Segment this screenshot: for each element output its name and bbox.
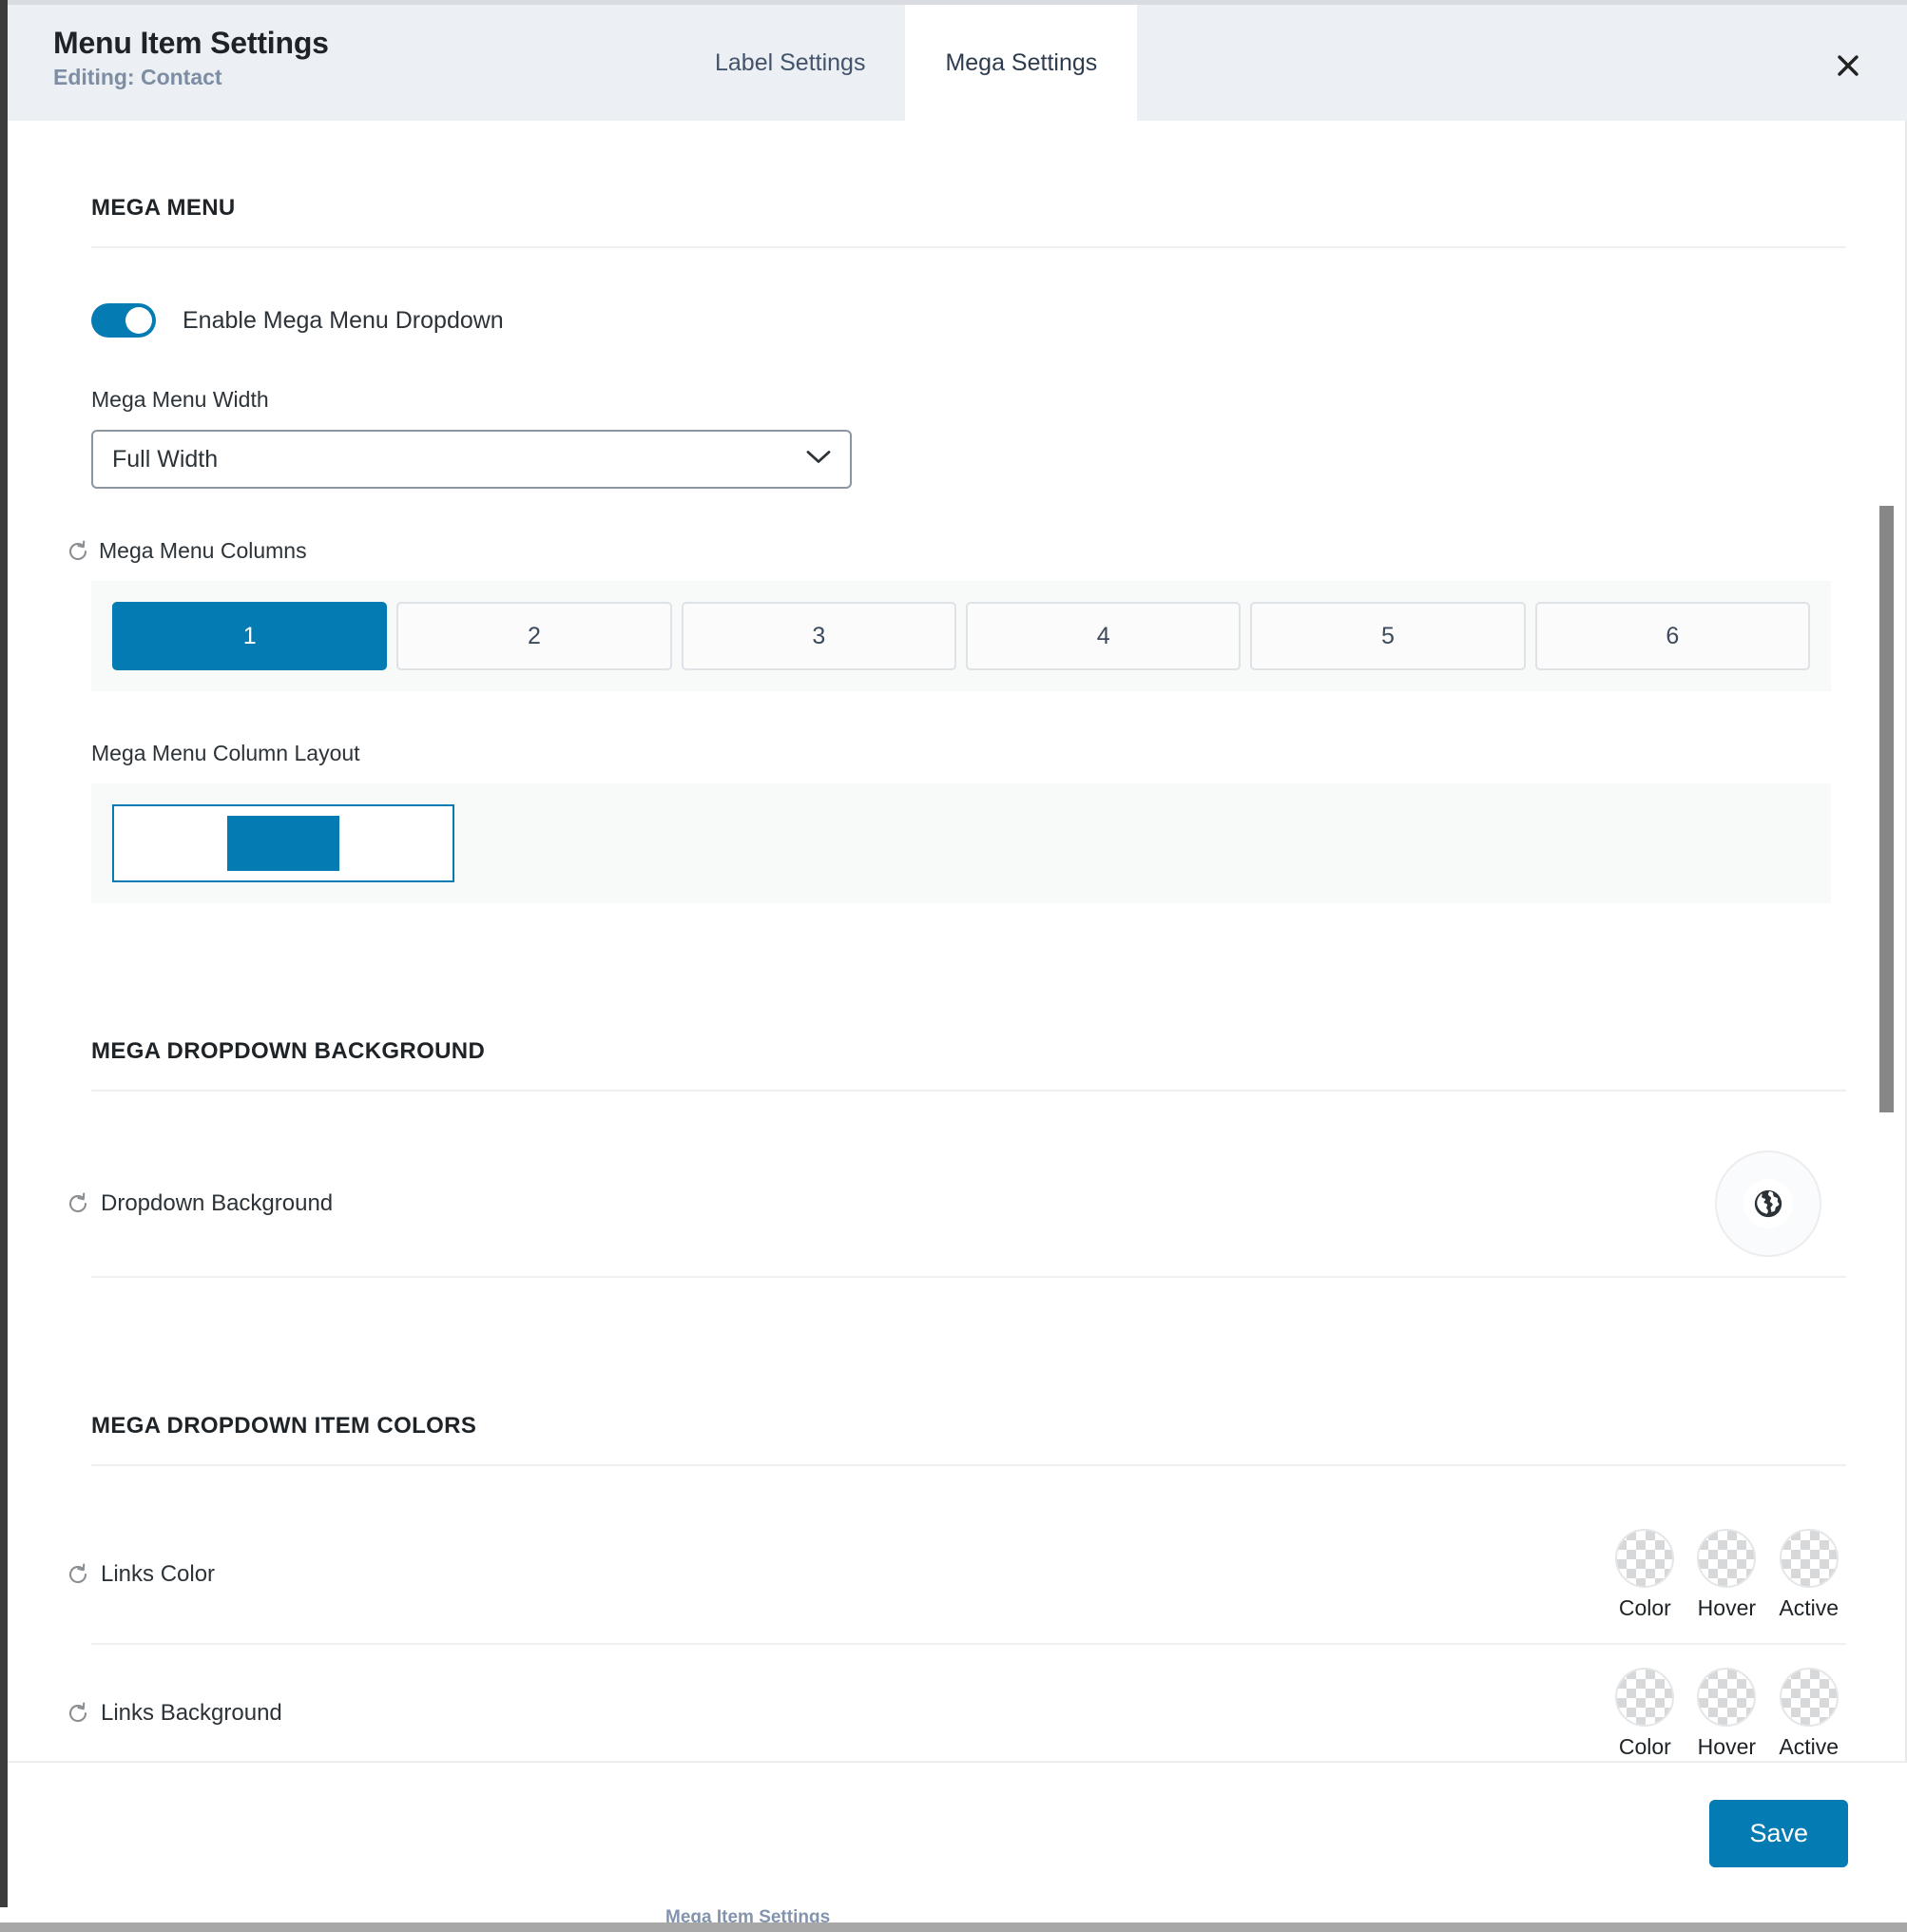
settings-content: MEGA MENU Enable Mega Menu Dropdown Mega… bbox=[8, 121, 1907, 1761]
color-swatch bbox=[1697, 1528, 1757, 1588]
dropdown-background-label-group: Dropdown Background bbox=[67, 1190, 333, 1217]
color-swatch bbox=[1615, 1667, 1675, 1727]
enable-mega-menu-label: Enable Mega Menu Dropdown bbox=[183, 306, 504, 334]
swatch-caption: Color bbox=[1618, 1594, 1671, 1620]
window-bottom-edge bbox=[0, 1922, 1907, 1932]
links-background-row: Links Background Color Hover Active bbox=[68, 1645, 1846, 1761]
mega-menu-columns-segmented-control: 123456 bbox=[91, 581, 1831, 691]
color-swatch bbox=[1615, 1528, 1675, 1588]
scrollbar-thumb[interactable] bbox=[1879, 506, 1894, 1112]
mega-menu-columns-label: Mega Menu Columns bbox=[99, 538, 307, 563]
dropdown-background-row: Dropdown Background bbox=[68, 1131, 1846, 1278]
links-color-swatches: Color Hover Active bbox=[1615, 1528, 1839, 1621]
header-title-block: Menu Item Settings Editing: Contact bbox=[8, 5, 673, 121]
modal-footer: Save bbox=[8, 1761, 1907, 1903]
mega-menu-column-layout-label: Mega Menu Column Layout bbox=[91, 741, 360, 765]
mega-menu-columns-option-3[interactable]: 3 bbox=[681, 602, 956, 670]
swatch-caption: Active bbox=[1779, 1733, 1839, 1759]
links-color-label-group: Links Color bbox=[67, 1561, 215, 1588]
section-heading-mega-menu: MEGA MENU bbox=[91, 121, 1846, 248]
swatch-caption: Hover bbox=[1697, 1733, 1757, 1759]
mega-menu-columns-option-5[interactable]: 5 bbox=[1250, 602, 1526, 670]
swatch-caption: Hover bbox=[1697, 1594, 1757, 1620]
mega-menu-columns-option-4[interactable]: 4 bbox=[965, 602, 1242, 670]
links-background-label: Links Background bbox=[101, 1700, 282, 1726]
background-ghost-text: Mega Item Settings bbox=[665, 1907, 831, 1922]
swatch-caption: Active bbox=[1779, 1594, 1839, 1620]
page-title: Menu Item Settings bbox=[53, 26, 329, 60]
color-swatch bbox=[1779, 1667, 1839, 1727]
mega-menu-column-layout-picker bbox=[91, 783, 1831, 903]
dropdown-background-label: Dropdown Background bbox=[101, 1190, 334, 1216]
modal-body-scroll-area[interactable]: MEGA MENU Enable Mega Menu Dropdown Mega… bbox=[8, 121, 1907, 1761]
swatch-caption: Color bbox=[1618, 1733, 1671, 1759]
tab-label-settings[interactable]: Label Settings bbox=[675, 5, 905, 121]
links-background-swatch-hover[interactable]: Hover bbox=[1697, 1667, 1757, 1760]
menu-item-settings-modal: Menu Item Settings Editing: Contact Labe… bbox=[8, 5, 1907, 1903]
mega-menu-columns-option-6[interactable]: 6 bbox=[1534, 602, 1810, 670]
color-swatch bbox=[1697, 1667, 1757, 1727]
links-background-swatch-active[interactable]: Active bbox=[1779, 1667, 1839, 1760]
dropdown-background-picker-button[interactable] bbox=[1715, 1150, 1821, 1257]
reset-icon[interactable] bbox=[67, 1192, 89, 1215]
column-layout-option-single[interactable] bbox=[112, 804, 454, 882]
close-icon[interactable] bbox=[1827, 45, 1869, 87]
color-swatch bbox=[1779, 1528, 1839, 1588]
mega-menu-columns-label-row: Mega Menu Columns bbox=[67, 538, 1846, 564]
links-color-swatch-color[interactable]: Color bbox=[1615, 1528, 1675, 1621]
links-color-label: Links Color bbox=[101, 1561, 216, 1587]
mega-menu-width-select[interactable]: Full WidthContainer WidthContent WidthCu… bbox=[91, 430, 852, 489]
screen: Mega Item Settings Menu Item Settings Ed… bbox=[0, 0, 1907, 1932]
section-heading-mega-dropdown-background: MEGA DROPDOWN BACKGROUND bbox=[91, 956, 1846, 1092]
window-left-edge bbox=[0, 0, 8, 1932]
toggle-knob bbox=[125, 307, 152, 334]
mega-menu-columns-option-2[interactable]: 2 bbox=[396, 602, 672, 670]
tab-mega-settings[interactable]: Mega Settings bbox=[905, 5, 1138, 121]
links-background-label-group: Links Background bbox=[67, 1700, 282, 1727]
reset-icon[interactable] bbox=[67, 540, 89, 563]
column-layout-preview-bar bbox=[227, 816, 339, 871]
links-background-swatch-color[interactable]: Color bbox=[1615, 1667, 1675, 1760]
links-color-swatch-hover[interactable]: Hover bbox=[1697, 1528, 1757, 1621]
enable-mega-menu-row: Enable Mega Menu Dropdown bbox=[91, 248, 1846, 338]
mega-menu-columns-option-1[interactable]: 1 bbox=[112, 602, 388, 670]
editing-subtitle: Editing: Contact bbox=[53, 64, 222, 89]
mega-menu-width-field: Full WidthContainer WidthContent WidthCu… bbox=[91, 430, 852, 489]
background-page-behind-modal: Mega Item Settings bbox=[0, 1907, 1907, 1922]
reset-icon[interactable] bbox=[67, 1702, 89, 1725]
links-color-row: Links Color Color Hover Active bbox=[68, 1506, 1846, 1645]
mega-menu-width-label: Mega Menu Width bbox=[91, 387, 269, 412]
globe-icon bbox=[1743, 1179, 1793, 1228]
save-button[interactable]: Save bbox=[1709, 1799, 1848, 1867]
tab-bar: Label Settings Mega Settings bbox=[675, 5, 1138, 121]
enable-mega-menu-toggle[interactable] bbox=[91, 303, 156, 338]
links-background-swatches: Color Hover Active bbox=[1615, 1667, 1839, 1760]
links-color-swatch-active[interactable]: Active bbox=[1779, 1528, 1839, 1621]
modal-header: Menu Item Settings Editing: Contact Labe… bbox=[8, 5, 1907, 121]
section-heading-mega-dropdown-item-colors: MEGA DROPDOWN ITEM COLORS bbox=[91, 1331, 1846, 1466]
reset-icon[interactable] bbox=[67, 1563, 89, 1586]
scrollbar-track[interactable] bbox=[1879, 121, 1901, 1761]
